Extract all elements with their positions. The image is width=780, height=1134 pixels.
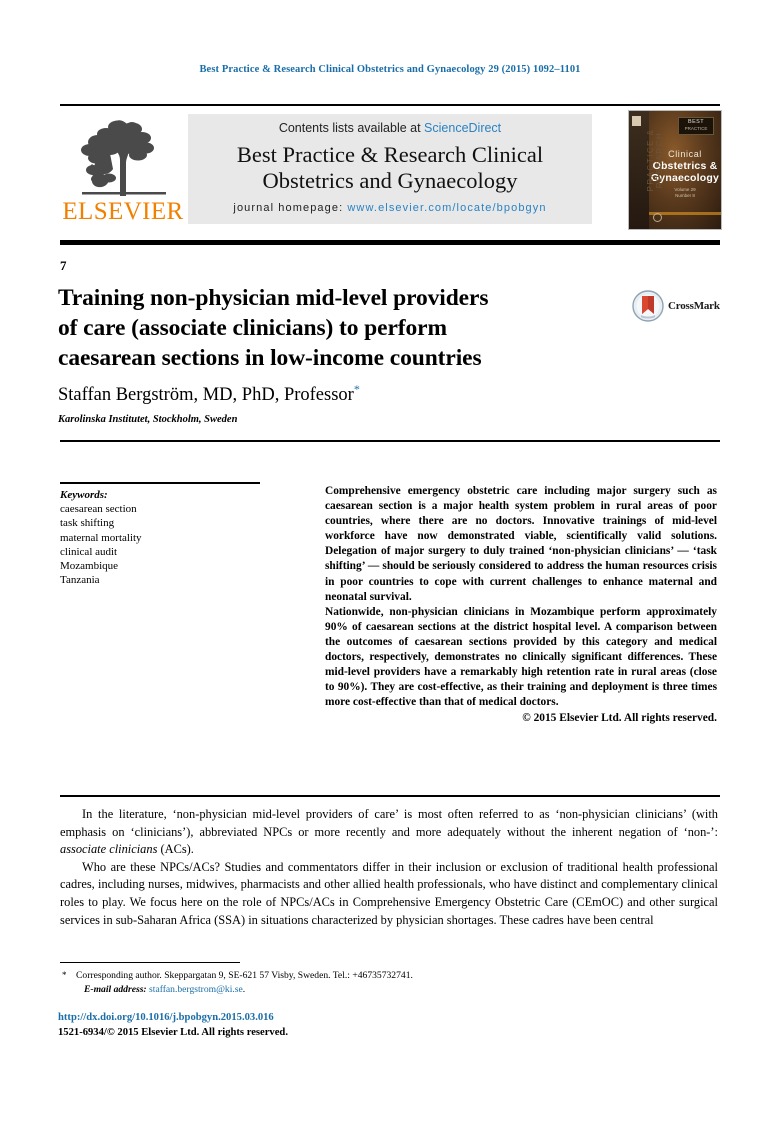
- elsevier-logo: ELSEVIER: [62, 116, 184, 228]
- abstract-copyright: © 2015 Elsevier Ltd. All rights reserved…: [522, 712, 717, 725]
- keywords-heading: Keywords:: [60, 489, 108, 501]
- body-p1-part-a: In the literature, ‘non-physician mid-le…: [60, 807, 718, 839]
- cover-publisher-dot-icon: [653, 213, 662, 222]
- keyword-item: task shifting: [60, 517, 115, 530]
- cover-corner-mark-icon: [632, 116, 641, 126]
- keywords-top-rule: [60, 482, 260, 484]
- article-page: Best Practice & Research Clinical Obstet…: [0, 0, 780, 1134]
- masthead-bottom-rule: [60, 240, 720, 245]
- keyword-item: Tanzania: [60, 574, 100, 587]
- cover-badge-line2: PRACTICE: [684, 126, 708, 131]
- crossmark-icon: [632, 290, 664, 322]
- cover-spine-text: PRACTICE & RESEARCH: [646, 128, 664, 192]
- elsevier-wordmark: ELSEVIER: [62, 198, 184, 225]
- cover-spine: PRACTICE & RESEARCH: [629, 111, 664, 229]
- author-text: Staffan Bergström, MD, PhD, Professor: [58, 385, 354, 406]
- footnote-email-link[interactable]: staffan.bergstrom@ki.se: [149, 984, 243, 995]
- body-p1-part-b: (ACs).: [157, 842, 194, 857]
- abstract-paragraph-2: Nationwide, non-physician clinicians in …: [325, 605, 717, 709]
- contents-available-line: Contents lists available at ScienceDirec…: [188, 121, 592, 135]
- keywords-block: Keywords: caesarean section task shiftin…: [60, 488, 270, 587]
- keyword-item: maternal mortality: [60, 531, 142, 544]
- issn-copyright-line: 1521-6934/© 2015 Elsevier Ltd. All right…: [58, 1027, 288, 1038]
- journal-title-line2: Obstetrics and Gynaecology: [262, 168, 518, 193]
- journal-cover-thumbnail: BEST PRACTICE Clinical Obstetrics & Gyna…: [628, 110, 722, 230]
- body-p1-italic-term: associate clinicians: [60, 842, 158, 857]
- body-text: In the literature, ‘non-physician mid-le…: [60, 806, 718, 929]
- abstract-divider-rule: [60, 795, 720, 797]
- sciencedirect-link[interactable]: ScienceDirect: [424, 121, 501, 135]
- keyword-item: clinical audit: [60, 545, 118, 558]
- footnote-corresponding-author: Corresponding author. Skeppargatan 9, SE…: [76, 970, 413, 981]
- cover-artwork: BEST PRACTICE Clinical Obstetrics & Gyna…: [629, 111, 721, 229]
- abstract-paragraph-1: Comprehensive emergency obstetric care i…: [325, 485, 717, 603]
- article-title-line1: Training non-physician mid-level provide…: [58, 285, 489, 311]
- footnote-marker: *: [62, 970, 67, 980]
- journal-info-box: Contents lists available at ScienceDirec…: [188, 114, 592, 224]
- homepage-url-link[interactable]: www.elsevier.com/locate/bpobgyn: [347, 202, 546, 214]
- header-divider-rule: [60, 440, 720, 442]
- body-paragraph-2: Who are these NPCs/ACs? Studies and comm…: [60, 859, 718, 927]
- page-title: Training non-physician mid-level provide…: [58, 283, 598, 373]
- article-title-line3: caesarean sections in low-income countri…: [58, 345, 482, 371]
- crossmark-label: CrossMark: [668, 300, 720, 312]
- footnote-email-period: .: [242, 983, 246, 995]
- journal-homepage-line: journal homepage: www.elsevier.com/locat…: [188, 202, 592, 214]
- journal-title: Best Practice & Research Clinical Obstet…: [188, 142, 592, 194]
- crossmark-badge[interactable]: CrossMark: [632, 290, 728, 324]
- footnote-email-label: E-mail address:: [84, 983, 147, 995]
- cover-badge-line1: BEST: [688, 119, 704, 125]
- author-footnote-marker[interactable]: *: [354, 382, 360, 396]
- cover-badge: BEST PRACTICE: [678, 117, 714, 135]
- article-title-line2: of care (associate clinicians) to perfor…: [58, 315, 447, 341]
- footnote-email-line: E-mail address: staffan.bergstrom@ki.se.: [84, 983, 620, 997]
- journal-title-line1: Best Practice & Research Clinical: [236, 142, 544, 167]
- keyword-item: Mozambique: [60, 560, 119, 573]
- doi-link[interactable]: http://dx.doi.org/10.1016/j.bpobgyn.2015…: [58, 1010, 288, 1025]
- journal-masthead: ELSEVIER Contents lists available at Sci…: [60, 104, 722, 230]
- abstract-block: Comprehensive emergency obstetric care i…: [325, 484, 717, 727]
- body-paragraph-1: In the literature, ‘non-physician mid-le…: [60, 806, 718, 859]
- masthead-top-rule: [60, 104, 720, 106]
- author-name: Staffan Bergström, MD, PhD, Professor*: [58, 382, 360, 406]
- homepage-label: journal homepage:: [233, 202, 348, 214]
- author-affiliation: Karolinska Institutet, Stockholm, Sweden: [58, 414, 238, 425]
- footer-block: http://dx.doi.org/10.1016/j.bpobgyn.2015…: [58, 1010, 288, 1040]
- contents-prefix: Contents lists available at: [278, 121, 425, 135]
- footnote-block: * Corresponding author. Skeppargatan 9, …: [60, 969, 620, 996]
- keyword-item: caesarean section: [60, 503, 137, 516]
- running-head: Best Practice & Research Clinical Obstet…: [199, 64, 581, 75]
- article-number: 7: [60, 258, 67, 273]
- footnote-rule: [60, 962, 240, 963]
- elsevier-tree-icon: [81, 120, 166, 196]
